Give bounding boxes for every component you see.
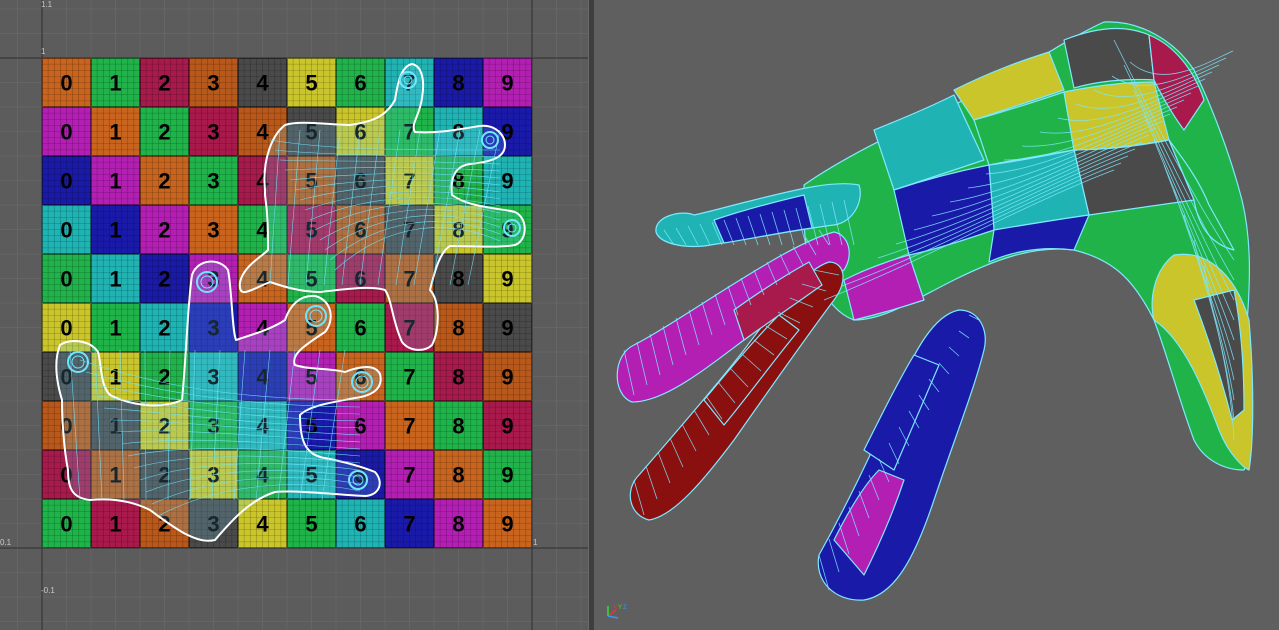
checker-cell-number: 9 [501, 512, 513, 537]
checker-cell-number: 1 [109, 218, 121, 243]
checker-cell-number: 2 [158, 120, 170, 145]
checker-cell-number: 1 [109, 316, 121, 341]
checker-cell-number: 9 [501, 365, 513, 390]
checker-cell-number: 9 [501, 71, 513, 96]
checker-cell-number: 1 [109, 365, 121, 390]
checker-cell-number: 0 [60, 316, 72, 341]
checker-cell-number: 4 [256, 71, 269, 96]
checker-cell-number: 2 [158, 316, 170, 341]
checker-cell-number: 2 [158, 267, 170, 292]
checker-cell-number: 2 [158, 218, 170, 243]
uv-editor-panel[interactable]: 0123456789012345678901234567890123456789… [0, 0, 588, 630]
checker-cell-number: 4 [256, 120, 269, 145]
axis-x-label: X [613, 605, 617, 611]
uv-axis-label-top: 1.1 [41, 0, 53, 9]
checker-cell-number: 6 [354, 512, 366, 537]
axis-y-label: Y [618, 605, 622, 611]
uv-axis-label-left: 0.1 [0, 538, 12, 547]
checker-cell-number: 3 [207, 120, 219, 145]
checker-cell-number: 8 [452, 365, 464, 390]
checker-cell-number: 7 [403, 414, 415, 439]
uv-axis-label-right: 1 [533, 538, 538, 547]
checker-cell-number: 8 [452, 316, 464, 341]
checker-cell-number: 0 [60, 267, 72, 292]
checker-cell-number: 1 [109, 169, 121, 194]
checker-cell-number: 4 [256, 512, 269, 537]
checker-cell-number: 9 [501, 267, 513, 292]
checker-cell-number: 5 [305, 71, 317, 96]
checker-cell-number: 2 [158, 169, 170, 194]
checker-cell-number: 8 [452, 267, 464, 292]
checker-cell-number: 6 [354, 71, 366, 96]
checker-cell-number: 1 [109, 512, 121, 537]
hand-finger-pinky [817, 309, 986, 601]
checker-cell-number: 1 [109, 267, 121, 292]
3d-viewport-canvas[interactable] [594, 0, 1279, 630]
checker-cell-number: 9 [501, 463, 513, 488]
checker-cell-number: 7 [403, 463, 415, 488]
checker-cell-number: 0 [60, 120, 72, 145]
checker-cell-number: 1 [109, 71, 121, 96]
checker-cell-number: 2 [158, 365, 170, 390]
axis-z-label: Z [623, 605, 627, 611]
checker-cell-number: 1 [109, 120, 121, 145]
checker-cell-number: 5 [305, 512, 317, 537]
uv-axis-label-neg: -0.1 [41, 586, 55, 595]
checker-cell-number: 6 [354, 316, 366, 341]
checker-cell-number: 2 [158, 71, 170, 96]
checker-cell-number: 7 [403, 512, 415, 537]
checker-cell-number: 3 [207, 218, 219, 243]
hand-mesh [616, 21, 1254, 601]
checker-cell-number: 7 [403, 365, 415, 390]
checker-cell-number: 0 [60, 71, 72, 96]
checker-cell-number: 8 [452, 414, 464, 439]
checker-cell-number: 0 [60, 169, 72, 194]
checker-cell-number: 8 [452, 463, 464, 488]
uv-axis-label-one: 1 [41, 47, 46, 56]
checker-cell-number: 9 [501, 316, 513, 341]
checker-cell-number: 3 [207, 71, 219, 96]
3d-viewport-panel[interactable]: X Y Z [594, 0, 1279, 630]
checker-cell-number: 3 [207, 169, 219, 194]
checker-cell-number: 8 [452, 512, 464, 537]
checker-cell-number: 8 [452, 71, 464, 96]
checker-cell-number: 0 [60, 512, 72, 537]
axis-gizmo-icon: X Y Z [607, 605, 627, 619]
checker-cell-number: 9 [501, 414, 513, 439]
uv-editor-canvas[interactable]: 0123456789012345678901234567890123456789… [0, 0, 588, 630]
checker-cell-number: 0 [60, 218, 72, 243]
hand-texture-patch [1063, 27, 1155, 89]
checker-cell-number: 9 [501, 169, 513, 194]
